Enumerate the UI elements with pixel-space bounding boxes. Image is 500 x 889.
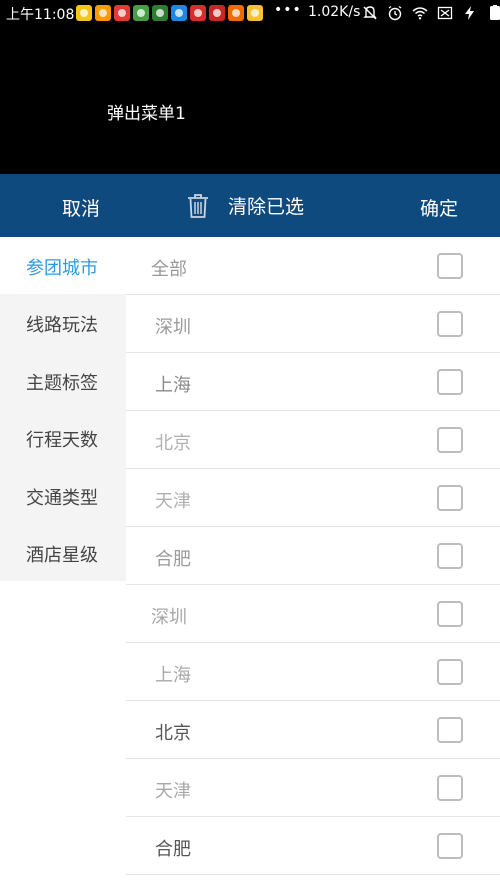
app-icon-10 <box>247 5 263 21</box>
option-label: 合肥 <box>155 839 191 860</box>
sidebar-item-0[interactable]: 参团城市 <box>0 237 126 294</box>
option-label: 上海 <box>155 375 191 396</box>
option-row[interactable]: 上海 <box>126 643 500 701</box>
sim-off-icon <box>437 5 453 21</box>
option-list[interactable]: 全部 深圳 上海 北京 天津 合肥 深圳 上海 北京 天津 合肥 <box>126 237 500 889</box>
option-label: 全部 <box>151 259 187 280</box>
sidebar-item-label: 线路玩法 <box>26 315 98 337</box>
app-icon-3 <box>114 5 130 21</box>
option-row[interactable]: 天津 <box>126 759 500 817</box>
sidebar-item-label: 行程天数 <box>26 430 98 452</box>
option-row[interactable]: 全部 <box>126 237 500 295</box>
sidebar-item-4[interactable]: 交通类型 <box>0 467 126 524</box>
option-row[interactable]: 上海 <box>126 353 500 411</box>
option-checkbox[interactable] <box>437 833 463 859</box>
sidebar-item-2[interactable]: 主题标签 <box>0 352 126 409</box>
more-notifications-icon: ••• <box>274 2 302 18</box>
option-checkbox[interactable] <box>437 311 463 337</box>
sidebar-item-label: 主题标签 <box>26 372 98 394</box>
option-label: 天津 <box>155 781 191 802</box>
option-label: 深圳 <box>155 317 191 338</box>
wifi-icon <box>412 5 428 21</box>
network-speed: 1.02K/s <box>308 4 361 20</box>
option-label: 北京 <box>155 723 191 744</box>
option-row[interactable]: 北京 <box>126 411 500 469</box>
option-label: 北京 <box>155 433 191 454</box>
option-row[interactable]: 合肥 <box>126 527 500 585</box>
option-checkbox[interactable] <box>437 717 463 743</box>
sidebar-item-3[interactable]: 行程天数 <box>0 409 126 466</box>
option-row[interactable]: 合肥 <box>126 817 500 875</box>
status-bar: 上午11:08 ••• 1.02K/s <box>0 0 500 26</box>
filter-toolbar: 取消 清除已选 确定 <box>0 174 500 237</box>
sidebar-item-label: 参团城市 <box>26 258 98 279</box>
option-row[interactable]: 深圳 <box>126 295 500 353</box>
app-icon-5 <box>152 5 168 21</box>
sidebar-item-label: 交通类型 <box>26 487 98 509</box>
app-icon-9 <box>228 5 244 21</box>
cancel-button[interactable]: 取消 <box>62 194 100 221</box>
sidebar-item-1[interactable]: 线路玩法 <box>0 294 126 351</box>
category-sidebar: 参团城市线路玩法主题标签行程天数交通类型酒店星级 <box>0 237 126 581</box>
option-checkbox[interactable] <box>437 427 463 453</box>
option-checkbox[interactable] <box>437 659 463 685</box>
option-label: 天津 <box>155 491 191 512</box>
option-checkbox[interactable] <box>437 369 463 395</box>
option-checkbox[interactable] <box>437 543 463 569</box>
confirm-button[interactable]: 确定 <box>420 194 458 221</box>
notification-icons <box>76 5 263 21</box>
app-icon-2 <box>95 5 111 21</box>
option-label: 深圳 <box>151 607 187 628</box>
sidebar-item-label: 酒店星级 <box>26 545 98 566</box>
trash-icon <box>186 193 210 219</box>
option-label: 合肥 <box>155 549 191 570</box>
app-icon-6 <box>171 5 187 21</box>
option-label: 上海 <box>155 665 191 686</box>
sidebar-item-5[interactable]: 酒店星级 <box>0 524 126 581</box>
option-row[interactable]: 深圳 <box>126 585 500 643</box>
option-checkbox[interactable] <box>437 253 463 279</box>
charging-icon <box>462 5 478 21</box>
clear-selection-button[interactable]: 清除已选 <box>186 192 304 219</box>
popup-menu-trigger[interactable]: 弹出菜单1 <box>107 99 186 124</box>
screen: 上午11:08 ••• 1.02K/s 弹出菜单1 取消 清除已选 确定 参团城… <box>0 0 500 889</box>
app-icon-7 <box>190 5 206 21</box>
system-icons <box>362 5 500 21</box>
app-icon-8 <box>209 5 225 21</box>
option-row[interactable]: 天津 <box>126 469 500 527</box>
option-checkbox[interactable] <box>437 775 463 801</box>
option-row[interactable]: 北京 <box>126 701 500 759</box>
mute-icon <box>362 5 378 21</box>
app-icon-1 <box>76 5 92 21</box>
option-checkbox[interactable] <box>437 485 463 511</box>
option-checkbox[interactable] <box>437 601 463 627</box>
status-time: 上午11:08 <box>6 7 75 23</box>
clear-selection-label: 清除已选 <box>228 196 305 218</box>
app-icon-4 <box>133 5 149 21</box>
battery-icon <box>487 5 500 21</box>
alarm-icon <box>387 5 403 21</box>
